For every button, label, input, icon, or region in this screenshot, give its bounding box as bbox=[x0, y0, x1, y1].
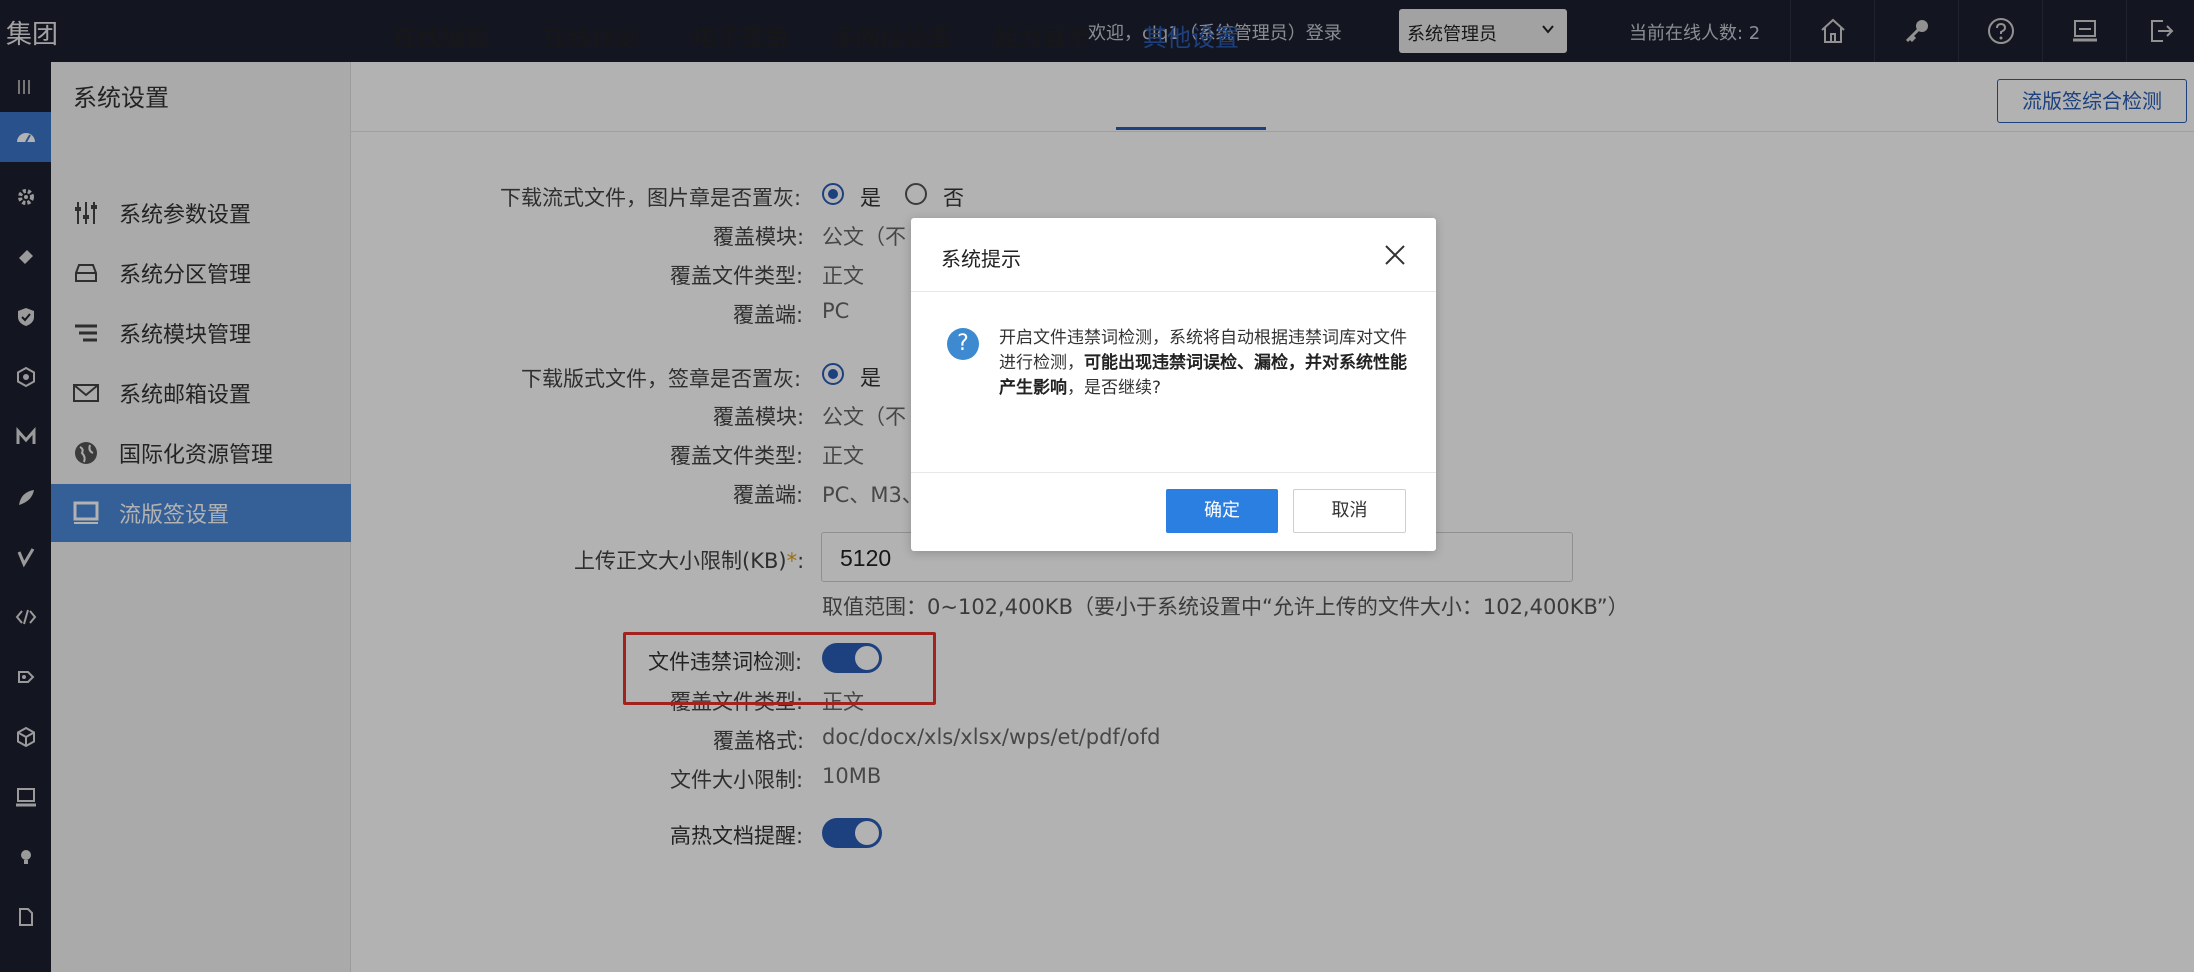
dialog-header: 系统提示 bbox=[911, 218, 1436, 292]
system-prompt-dialog: 系统提示 ? 开启文件违禁词检测，系统将自动根据违禁词库对文件进行检测，可能出现… bbox=[911, 218, 1436, 551]
confirm-button[interactable]: 确定 bbox=[1166, 489, 1278, 533]
dialog-title: 系统提示 bbox=[941, 247, 1021, 271]
close-icon[interactable] bbox=[1382, 242, 1408, 268]
dialog-message: 开启文件违禁词检测，系统将自动根据违禁词库对文件进行检测，可能出现违禁词误检、漏… bbox=[999, 326, 1409, 401]
dialog-divider bbox=[911, 472, 1436, 473]
question-icon: ? bbox=[947, 328, 979, 360]
cancel-button[interactable]: 取消 bbox=[1293, 489, 1406, 533]
dialog-message-part-2: ，是否继续? bbox=[1067, 378, 1162, 398]
